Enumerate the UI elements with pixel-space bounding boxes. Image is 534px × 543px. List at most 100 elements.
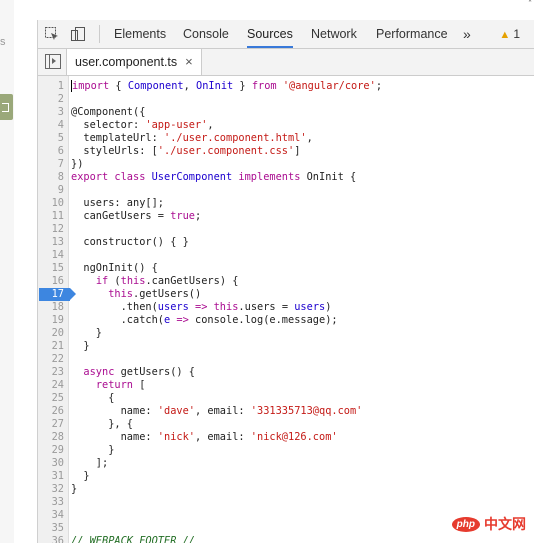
tab-performance[interactable]: Performance [376, 20, 448, 48]
line-number[interactable]: 28 [38, 431, 64, 444]
left-page-strip: s [0, 0, 15, 543]
code-line[interactable]: 8 export class UserComponent implements O… [38, 171, 534, 184]
code-line[interactable]: 22 [38, 353, 534, 366]
code-token: styleUrls: [ [71, 145, 158, 157]
code-token: } [71, 327, 102, 339]
line-number[interactable]: 34 [38, 509, 64, 522]
inspect-element-icon[interactable] [44, 26, 60, 42]
code-line[interactable]: 14 [38, 249, 534, 262]
line-number[interactable]: 8 [38, 171, 64, 184]
tab-elements[interactable]: Elements [114, 20, 166, 48]
line-number[interactable]: 13 [38, 236, 64, 249]
line-number[interactable]: 29 [38, 444, 64, 457]
code-line[interactable]: 7}) [38, 158, 534, 171]
close-icon[interactable]: × [185, 54, 193, 69]
line-number[interactable]: 17 [38, 288, 64, 301]
code-line[interactable]: 9 [38, 184, 534, 197]
line-number[interactable]: 12 [38, 223, 64, 236]
line-number[interactable]: 18 [38, 301, 64, 314]
line-number[interactable]: 6 [38, 145, 64, 158]
line-number[interactable]: 14 [38, 249, 64, 262]
line-number[interactable]: 5 [38, 132, 64, 145]
line-number[interactable]: 15 [38, 262, 64, 275]
code-line[interactable]: 3 @Component({ [38, 106, 534, 119]
code-line[interactable]: 21 } [38, 340, 534, 353]
line-number[interactable]: 33 [38, 496, 64, 509]
line-number[interactable]: 9 [38, 184, 64, 197]
code-line[interactable]: 26 name: 'dave', email: '331335713@qq.co… [38, 405, 534, 418]
warnings-counter[interactable]: ▲ 1 [499, 20, 520, 48]
line-number[interactable]: 4 [38, 119, 64, 132]
line-number[interactable]: 25 [38, 392, 64, 405]
code-line[interactable]: 11 canGetUsers = true; [38, 210, 534, 223]
line-number[interactable]: 30 [38, 457, 64, 470]
code-line[interactable]: 2 [38, 93, 534, 106]
code-line[interactable]: 15 ngOnInit() { [38, 262, 534, 275]
code-line[interactable]: 5 templateUrl: './user.component.html', [38, 132, 534, 145]
code-token: } [233, 80, 252, 92]
code-token: ]; [71, 457, 109, 469]
toggle-navigator-icon[interactable] [45, 54, 61, 69]
code-line[interactable]: 29 } [38, 444, 534, 457]
code-line[interactable]: 16 if (this.canGetUsers) { [38, 275, 534, 288]
code-text: name: 'dave', email: '331335713@qq.com' [71, 405, 363, 418]
code-line[interactable]: 13 constructor() { } [38, 236, 534, 249]
code-token: users [294, 301, 326, 313]
warning-count: 1 [513, 27, 520, 41]
code-line[interactable]: 28 name: 'nick', email: 'nick@126.com' [38, 431, 534, 444]
file-tab[interactable]: user.component.ts × [67, 49, 202, 75]
code-line[interactable]: 33 [38, 496, 534, 509]
code-line[interactable]: 27 }, { [38, 418, 534, 431]
code-line[interactable]: 20 } [38, 327, 534, 340]
line-number[interactable]: 32 [38, 483, 64, 496]
line-number[interactable]: 19 [38, 314, 64, 327]
tab-network[interactable]: Network [311, 20, 357, 48]
line-number[interactable]: 3 [38, 106, 64, 119]
device-toolbar-icon[interactable] [70, 26, 86, 42]
line-number[interactable]: 10 [38, 197, 64, 210]
more-tabs-chevron-icon[interactable]: » [463, 20, 471, 48]
code-token: // WEBPACK FOOTER // [71, 535, 195, 543]
code-line[interactable]: 25 { [38, 392, 534, 405]
code-line[interactable]: 30 ]; [38, 457, 534, 470]
line-number[interactable]: 7 [38, 158, 64, 171]
line-number[interactable]: 20 [38, 327, 64, 340]
line-number[interactable]: 1 [38, 80, 64, 93]
code-line[interactable]: 17 this.getUsers() [38, 288, 534, 301]
code-line[interactable]: 12 [38, 223, 534, 236]
line-number[interactable]: 11 [38, 210, 64, 223]
line-number[interactable]: 2 [38, 93, 64, 106]
tab-console[interactable]: Console [183, 20, 229, 48]
line-number[interactable]: 21 [38, 340, 64, 353]
code-editor[interactable]: 1 import { Component, OnInit } from '@ang… [38, 76, 534, 543]
line-number[interactable]: 22 [38, 353, 64, 366]
line-number[interactable]: 23 [38, 366, 64, 379]
code-text: canGetUsers = true; [71, 210, 201, 223]
page-edge-text: s [0, 36, 6, 48]
code-line[interactable]: 23 async getUsers() { [38, 366, 534, 379]
code-line[interactable]: 1 import { Component, OnInit } from '@ang… [38, 80, 534, 93]
code-line[interactable]: 24 return [ [38, 379, 534, 392]
code-line[interactable]: 4 selector: 'app-user', [38, 119, 534, 132]
code-token: '331335713@qq.com' [250, 405, 363, 417]
code-line[interactable]: 32} [38, 483, 534, 496]
code-line[interactable]: 36 // WEBPACK FOOTER // [38, 535, 534, 543]
page-edge-button[interactable] [0, 94, 13, 120]
line-number[interactable]: 27 [38, 418, 64, 431]
code-token: Component [127, 80, 184, 92]
line-number[interactable]: 31 [38, 470, 64, 483]
code-line[interactable]: 19 .catch(e => console.log(e.message); [38, 314, 534, 327]
code-token: getUsers() { [114, 366, 195, 378]
line-number[interactable]: 36 [38, 535, 64, 543]
code-line[interactable]: 6 styleUrls: ['./user.component.css'] [38, 145, 534, 158]
line-number[interactable]: 26 [38, 405, 64, 418]
line-number[interactable]: 35 [38, 522, 64, 535]
code-line[interactable]: 31 } [38, 470, 534, 483]
code-token: users: any[]; [71, 197, 164, 209]
code-token: constructor() { } [71, 236, 189, 248]
tab-sources[interactable]: Sources [247, 20, 293, 48]
code-line[interactable]: 10 users: any[]; [38, 197, 534, 210]
line-number[interactable]: 24 [38, 379, 64, 392]
code-line[interactable]: 18 .then(users => this.users = users) [38, 301, 534, 314]
line-number[interactable]: 16 [38, 275, 64, 288]
